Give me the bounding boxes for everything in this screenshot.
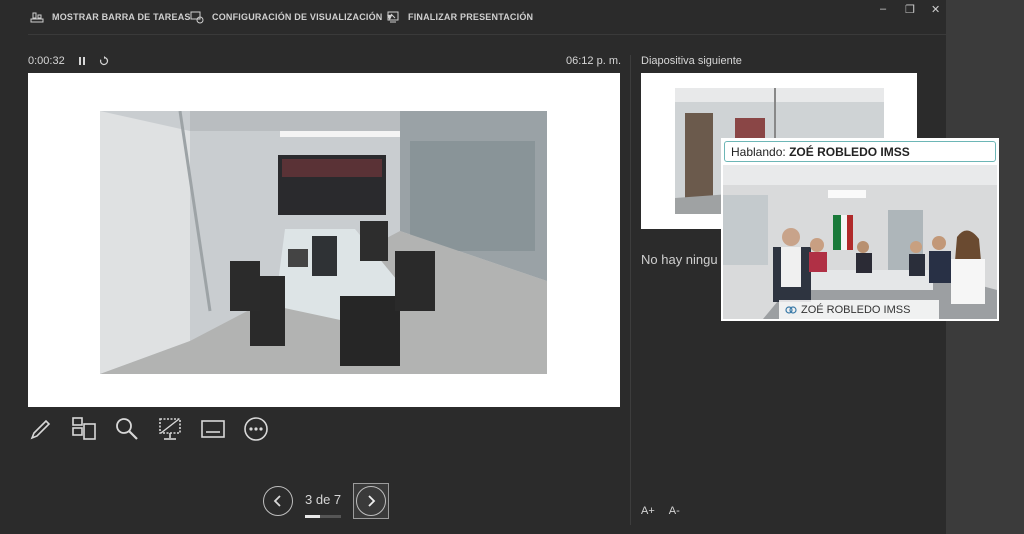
see-all-slides-button[interactable] (71, 415, 114, 443)
speaking-prefix: Hablando: (731, 145, 786, 159)
increase-font-button[interactable]: A+ (641, 505, 655, 517)
toolbar-divider (28, 34, 946, 35)
speaker-notes: No hay ningu (641, 252, 718, 267)
conference-room-photo (100, 111, 547, 374)
minimize-button[interactable]: – (880, 3, 886, 15)
subtitles-icon (201, 420, 225, 438)
zoom-icon (116, 418, 138, 440)
video-call-overlay[interactable]: Hablando: ZOÉ ROBLEDO IMSS ZOÉ ROBLEDO I… (721, 138, 999, 321)
show-taskbar-label: MOSTRAR BARRA DE TAREAS (52, 12, 191, 22)
more-icon (244, 417, 268, 441)
next-slide-label: Diapositiva siguiente (641, 55, 742, 67)
display-settings-button[interactable]: CONFIGURACIÓN DE VISUALIZACIÓN ▼ (190, 10, 394, 24)
end-show-label: FINALIZAR PRESENTACIÓN (408, 12, 534, 22)
pen-icon (30, 419, 51, 440)
slide-tools (28, 415, 286, 443)
participant-name-bar: ZOÉ ROBLEDO IMSS (779, 300, 939, 320)
timer-bar: 0:00:32 (28, 55, 109, 67)
zoom-button[interactable] (114, 415, 157, 443)
slide-progress-fill (305, 514, 321, 518)
chevron-left-icon (273, 495, 281, 507)
speaking-name: ZOÉ ROBLEDO IMSS (789, 145, 910, 159)
current-time: 06:12 p. m. (566, 55, 622, 67)
restore-button[interactable]: ❐ (905, 3, 915, 16)
elapsed-time: 0:00:32 (28, 55, 65, 67)
decrease-font-button[interactable]: A- (669, 505, 680, 517)
slide-progress-bar (305, 514, 341, 518)
previous-slide-button[interactable] (263, 486, 293, 516)
more-options-button[interactable] (243, 415, 286, 443)
close-button[interactable]: ✕ (931, 3, 940, 16)
taskbar-icon (30, 12, 44, 23)
notes-font-controls: A+ A- (641, 505, 680, 517)
next-slide-circle (356, 486, 387, 516)
restart-icon[interactable] (99, 56, 109, 66)
black-screen-button[interactable] (157, 415, 200, 443)
audio-connected-icon (785, 306, 797, 314)
show-taskbar-button[interactable]: MOSTRAR BARRA DE TAREAS (30, 10, 191, 24)
panel-divider (630, 55, 631, 525)
subtitles-button[interactable] (200, 415, 243, 443)
slide-navigation: 3 de 7 (263, 483, 390, 519)
black-screen-icon (159, 418, 181, 440)
video-feed (723, 165, 997, 319)
pen-tool-button[interactable] (28, 415, 71, 443)
end-show-button[interactable]: FINALIZAR PRESENTACIÓN (386, 10, 533, 24)
page-indicator: 3 de 7 (305, 491, 342, 518)
participant-name: ZOÉ ROBLEDO IMSS (801, 304, 911, 316)
speaking-indicator: Hablando: ZOÉ ROBLEDO IMSS (724, 141, 996, 162)
next-slide-button[interactable] (353, 483, 390, 519)
chevron-right-icon (368, 495, 376, 507)
display-settings-label: CONFIGURACIÓN DE VISUALIZACIÓN ▼ (212, 12, 395, 22)
display-settings-icon (190, 11, 204, 24)
pause-icon[interactable] (77, 56, 87, 66)
presenter-toolbar: MOSTRAR BARRA DE TAREAS CONFIGURACIÓN DE… (0, 0, 946, 36)
end-show-icon (387, 11, 399, 23)
slides-grid-icon (72, 417, 96, 440)
page-counter: 3 de 7 (305, 491, 342, 507)
